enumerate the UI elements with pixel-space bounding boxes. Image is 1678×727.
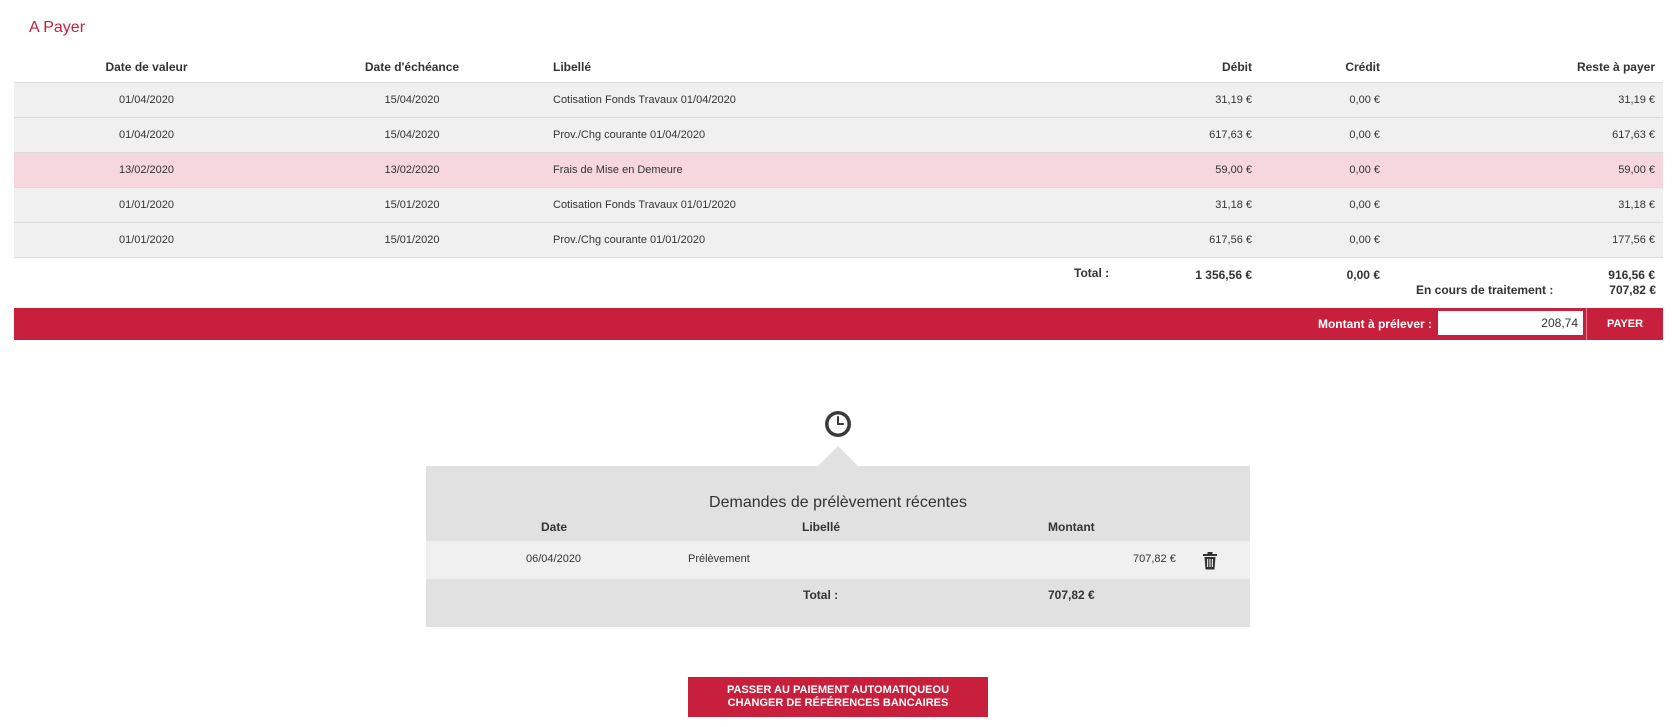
cell-credit: 0,00 € [1260, 222, 1388, 258]
clock-icon [825, 411, 851, 437]
cell-date-echeance: 15/01/2020 [279, 187, 545, 223]
col-libelle: Libellé [553, 60, 592, 74]
col-date-valeur: Date de valeur [105, 60, 188, 74]
section-title: A Payer [29, 19, 86, 36]
recent-total-value: 707,82 € [1048, 588, 1095, 602]
cell-date-echeance: 15/01/2020 [279, 222, 545, 258]
col-credit: Crédit [1345, 60, 1380, 74]
processing-value: 707,82 € [1609, 283, 1656, 297]
table-header: Date de valeur Date d'échéance Libellé D… [14, 52, 1663, 83]
col-debit: Débit [1222, 60, 1252, 74]
cell-libelle: Frais de Mise en Demeure [545, 152, 905, 188]
cell-reste: 31,18 € [1388, 187, 1663, 223]
recent-requests-panel: Demandes de prélèvement récentes Date Li… [426, 466, 1250, 627]
trash-icon[interactable] [1202, 552, 1218, 570]
list-item: 06/04/2020 Prélèvement 707,82 € [426, 541, 1250, 579]
recent-row-date: 06/04/2020 [526, 553, 582, 565]
cell-debit: 31,19 € [905, 82, 1260, 118]
table-row: 01/04/2020 15/04/2020 Prov./Chg courante… [14, 117, 1663, 153]
processing-summary: En cours de traitement : 707,82 € [1416, 283, 1656, 297]
cell-date-valeur: 01/01/2020 [14, 222, 279, 258]
cell-debit: 617,56 € [905, 222, 1260, 258]
recent-total-label: Total : [803, 588, 839, 602]
table-row: 01/04/2020 15/04/2020 Cotisation Fonds T… [14, 82, 1663, 118]
autopay-line1: PASSER AU PAIEMENT AUTOMATIQUEOU [726, 684, 950, 696]
cell-date-echeance: 13/02/2020 [279, 152, 545, 188]
cell-credit: 0,00 € [1260, 152, 1388, 188]
col-date-echeance: Date d'échéance [364, 60, 460, 74]
cell-credit: 0,00 € [1260, 187, 1388, 223]
table-row: 01/01/2020 15/01/2020 Cotisation Fonds T… [14, 187, 1663, 223]
recent-col-montant: Montant [1048, 520, 1095, 534]
pay-button[interactable]: PAYER [1587, 308, 1663, 340]
recent-col-date: Date [541, 520, 568, 534]
totals-debit: 1 356,56 € [1195, 268, 1252, 282]
cell-libelle: Prov./Chg courante 01/01/2020 [545, 222, 905, 258]
cell-reste: 177,56 € [1388, 222, 1663, 258]
cell-date-valeur: 01/01/2020 [14, 187, 279, 223]
pay-bar: Montant à prélever : PAYER [14, 308, 1663, 340]
cell-libelle: Cotisation Fonds Travaux 01/04/2020 [545, 82, 905, 118]
totals-label: Total : [1074, 266, 1110, 280]
cell-date-echeance: 15/04/2020 [279, 82, 545, 118]
cell-reste: 617,63 € [1388, 117, 1663, 153]
table-row-highlighted: 13/02/2020 13/02/2020 Frais de Mise en D… [14, 152, 1663, 188]
totals-credit: 0,00 € [1260, 257, 1388, 292]
amount-label: Montant à prélever : [1317, 317, 1432, 331]
cell-debit: 31,18 € [905, 187, 1260, 223]
cell-libelle: Prov./Chg courante 01/04/2020 [545, 117, 905, 153]
cell-date-echeance: 15/04/2020 [279, 117, 545, 153]
cell-date-valeur: 13/02/2020 [14, 152, 279, 188]
cell-debit: 59,00 € [905, 152, 1260, 188]
cell-credit: 0,00 € [1260, 117, 1388, 153]
cell-date-valeur: 01/04/2020 [14, 117, 279, 153]
autopay-button[interactable]: PASSER AU PAIEMENT AUTOMATIQUEOU CHANGER… [688, 677, 988, 717]
recent-row-libelle: Prélèvement [688, 553, 750, 565]
cell-debit: 617,63 € [905, 117, 1260, 153]
cell-reste: 31,19 € [1388, 82, 1663, 118]
cell-reste: 59,00 € [1388, 152, 1663, 188]
payment-table: Date de valeur Date d'échéance Libellé D… [14, 52, 1663, 292]
cell-date-valeur: 01/04/2020 [14, 82, 279, 118]
cell-libelle: Cotisation Fonds Travaux 01/01/2020 [545, 187, 905, 223]
autopay-line2: CHANGER DE RÉFÉRENCES BANCAIRES [727, 697, 949, 709]
cell-credit: 0,00 € [1260, 82, 1388, 118]
table-row: 01/01/2020 15/01/2020 Prov./Chg courante… [14, 222, 1663, 258]
panel-pointer [818, 446, 858, 466]
recent-row-montant: 707,82 € [1133, 553, 1176, 565]
amount-input[interactable] [1438, 311, 1583, 335]
col-reste: Reste à payer [1576, 60, 1655, 74]
processing-label: En cours de traitement : [1416, 283, 1554, 297]
recent-col-libelle: Libellé [802, 520, 841, 534]
recent-requests-title: Demandes de prélèvement récentes [709, 494, 967, 511]
